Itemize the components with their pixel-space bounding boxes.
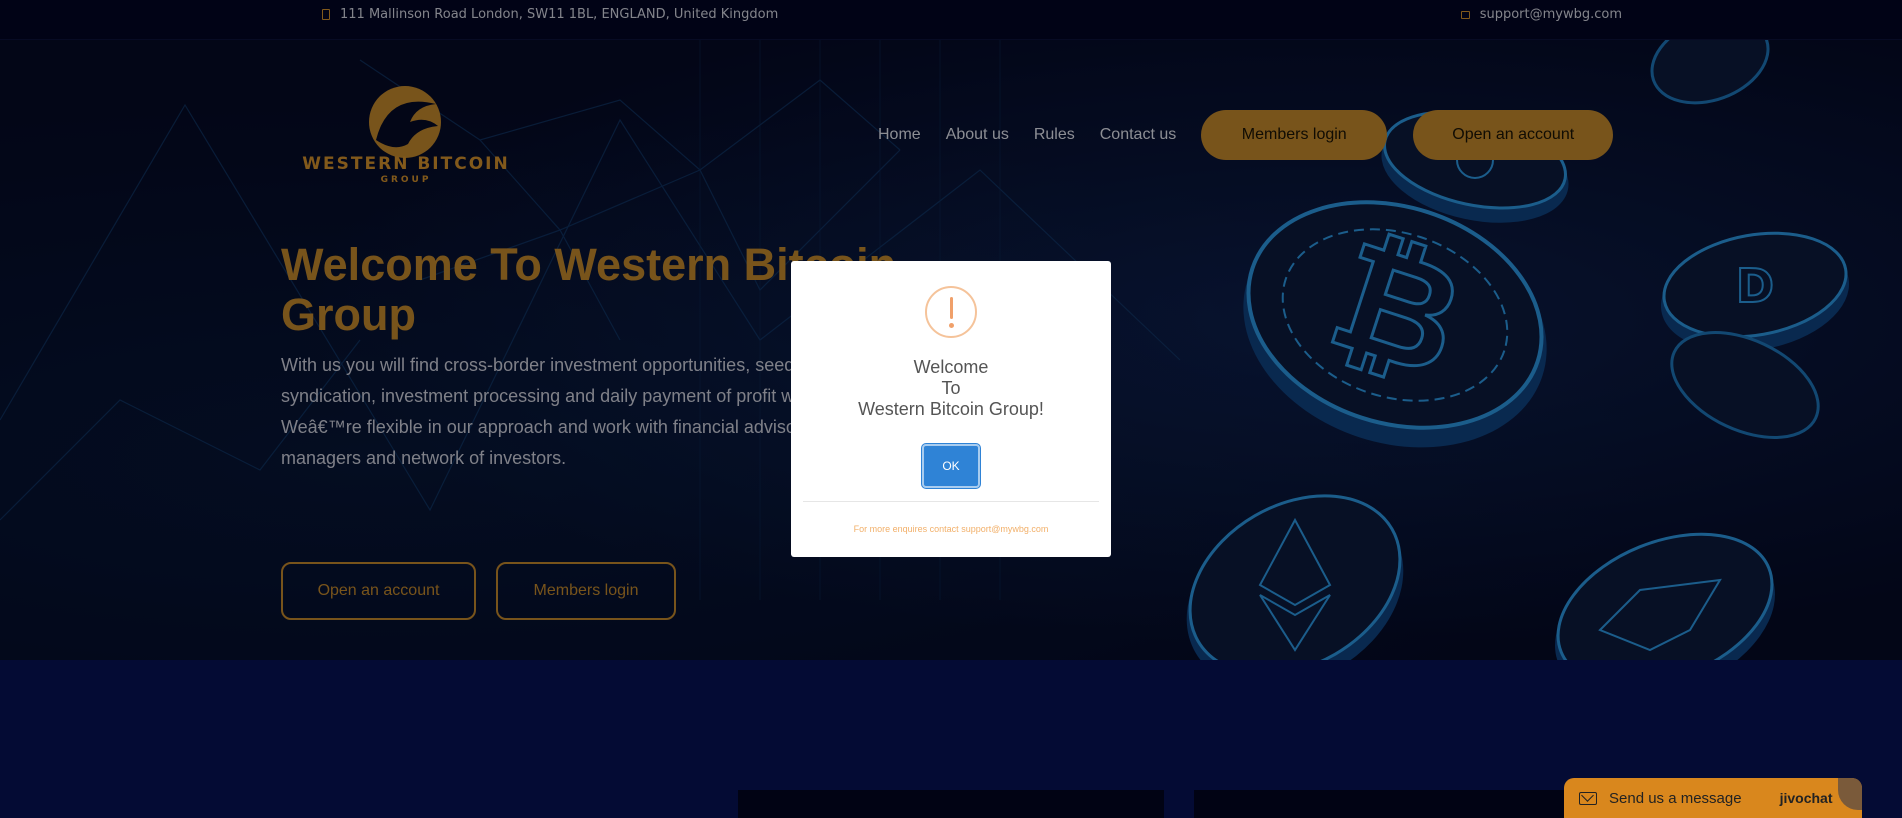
chat-label[interactable]: Send us a message	[1609, 790, 1742, 807]
warning-icon	[925, 286, 977, 338]
dialog-title: Welcome To Western Bitcoin Group!	[791, 357, 1111, 420]
chat-widget[interactable]: Send us a message jivochat	[1564, 778, 1862, 818]
chat-envelope-icon	[1579, 791, 1597, 805]
ok-button[interactable]: OK	[922, 444, 980, 488]
chat-corner-decoration	[1838, 778, 1862, 810]
welcome-dialog: Welcome To Western Bitcoin Group! OK For…	[791, 261, 1111, 557]
dialog-title-line: To	[941, 378, 961, 398]
dialog-divider	[803, 501, 1099, 502]
chat-brand: jivochat	[1779, 790, 1833, 806]
dialog-title-line: Welcome	[913, 357, 989, 377]
dialog-footer: For more enquires contact support@mywbg.…	[853, 524, 1049, 534]
dialog-title-line: Western Bitcoin Group!	[858, 399, 1044, 419]
